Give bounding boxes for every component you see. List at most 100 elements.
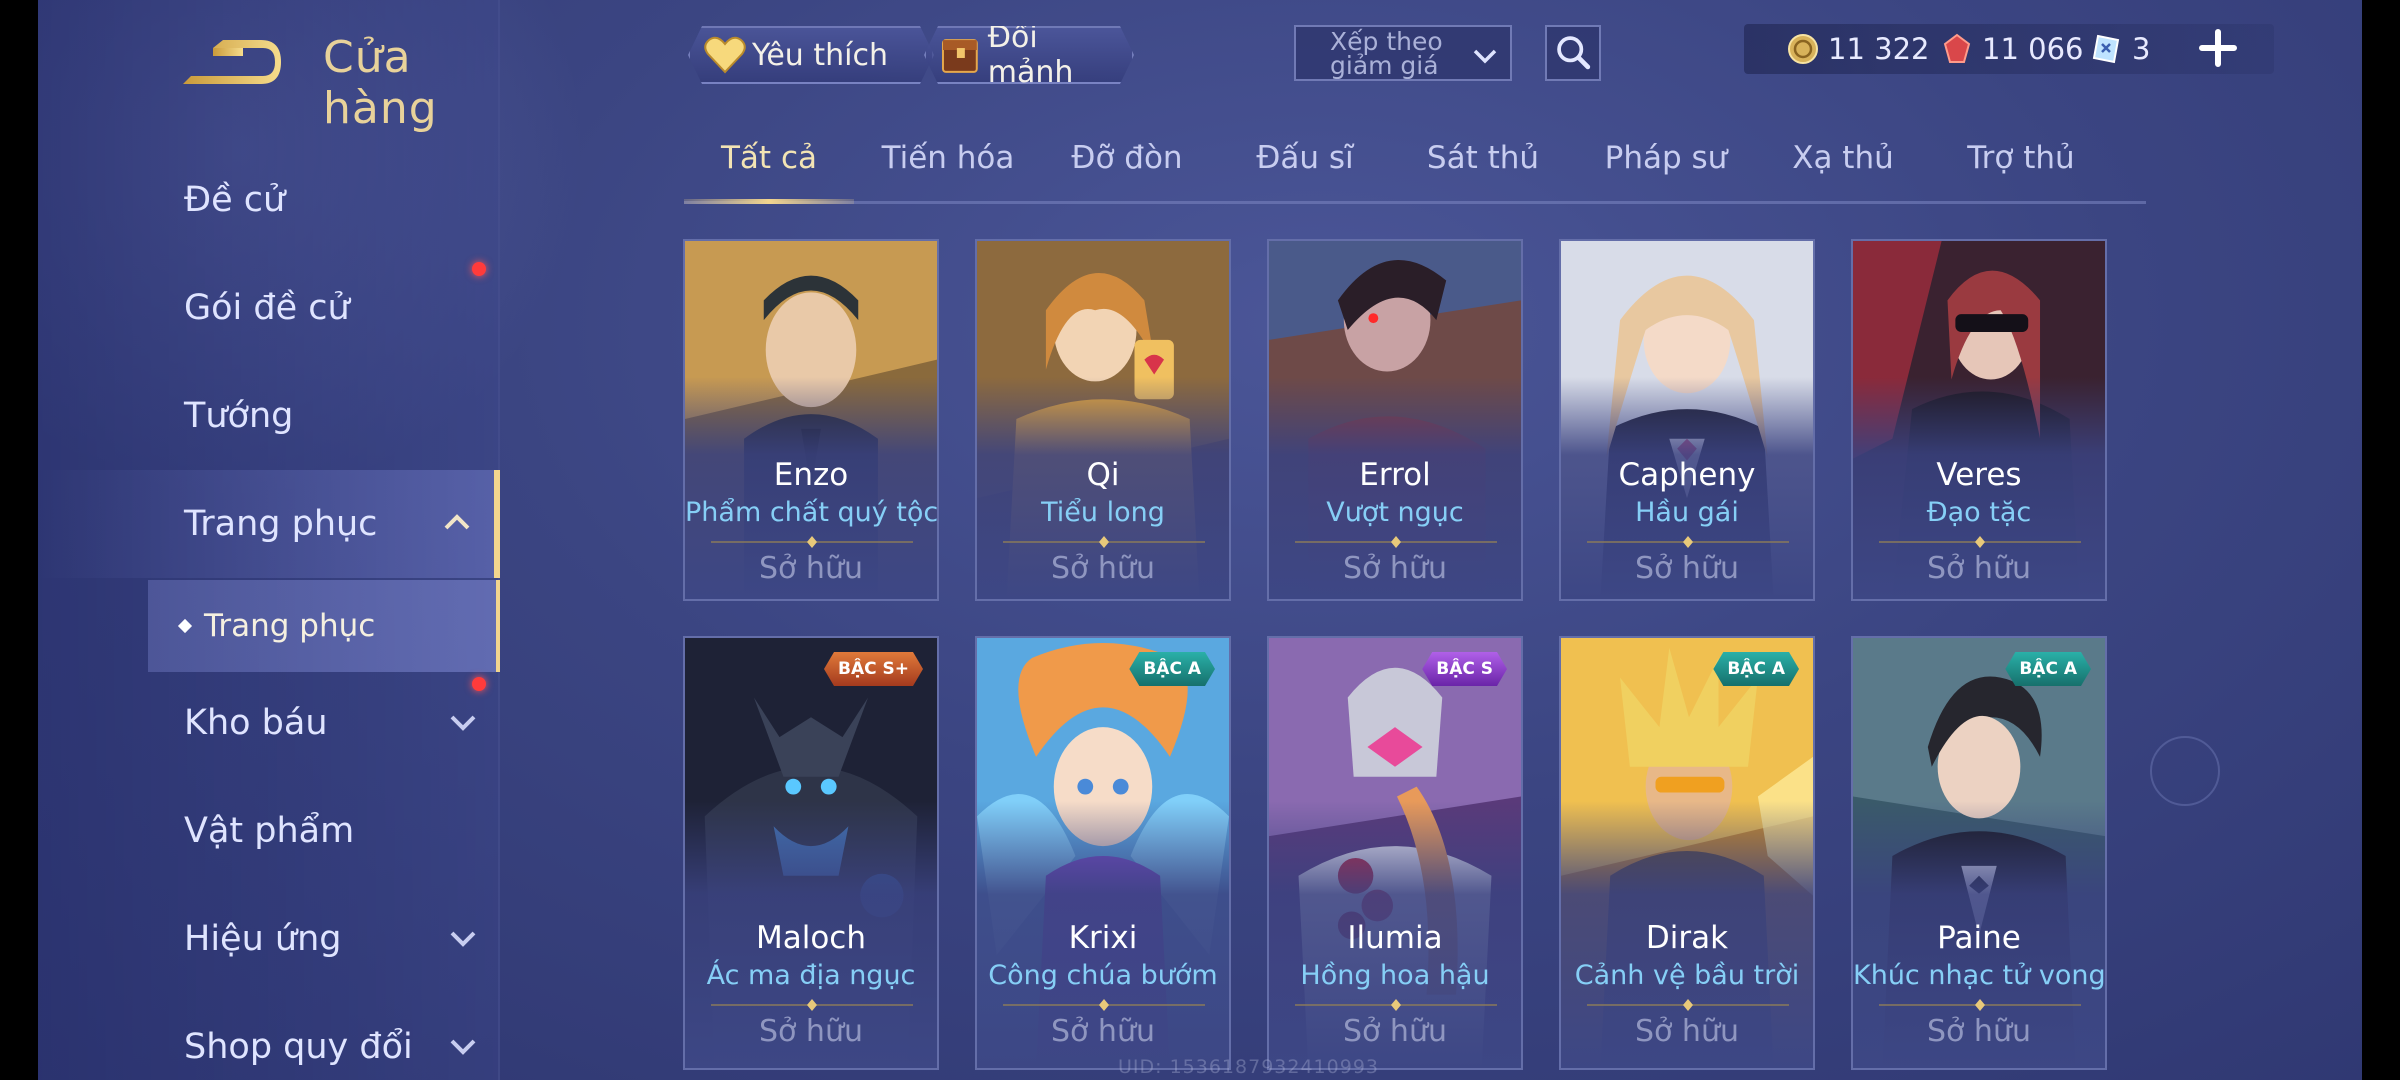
chevron-down-icon (1473, 49, 1497, 64)
hero-name: Dirak (1645, 920, 1729, 956)
skin-name: Ác ma địa ngục (706, 960, 916, 991)
ruby-gem-icon (1943, 33, 1971, 63)
shard-exchange-button[interactable]: Đổi mảnh (924, 26, 1134, 84)
sidebar-item-treasure[interactable]: Kho báu (38, 669, 500, 777)
skin-card-dirak[interactable]: BẬC A Dirak Cảnh vệ bầu trời Sở hữu (1559, 636, 1815, 1070)
sidebar-item-recommended[interactable]: Đề cử (38, 146, 500, 254)
hero-name: Maloch (755, 920, 866, 956)
skin-card-veres[interactable]: Veres Đạo tặc Sở hữu (1851, 239, 2107, 601)
favorites-label: Yêu thích (752, 37, 888, 73)
tier-badge: BẬC S+ (824, 652, 923, 686)
tab-mage[interactable]: Pháp sư (1576, 140, 1756, 200)
ornament-divider-icon (1879, 999, 2081, 1011)
owned-status: Sở hữu (759, 551, 863, 586)
page-title: Cửa hàng (323, 32, 438, 134)
ruby-balance: 11 066 (1940, 24, 2083, 74)
skin-name: Hầu gái (1635, 497, 1739, 528)
back-arrow-icon (183, 40, 281, 84)
currency-bar: 11 322 11 066 3 (1744, 24, 2274, 74)
owned-status: Sở hữu (759, 1014, 863, 1049)
ornament-divider-icon (1295, 536, 1497, 548)
hero-name: Capheny (1618, 457, 1756, 493)
sidebar-item-effects[interactable]: Hiệu ứng (38, 885, 500, 993)
skin-name: Đạo tặc (1926, 497, 2032, 528)
skin-card-qi[interactable]: Qi Tiểu long Sở hữu (975, 239, 1231, 601)
skin-card-maloch[interactable]: BẬC S+ Maloch Ác ma địa ngục Sở hữu (683, 636, 939, 1070)
back-button[interactable] (183, 30, 283, 90)
skin-name: Công chúa bướm (988, 960, 1218, 991)
sidebar-item-label: Hiệu ứng (184, 919, 342, 959)
voucher-icon (2092, 34, 2120, 64)
skin-card-paine[interactable]: BẬC A Paine Khúc nhạc tử vong Sở hữu (1851, 636, 2107, 1070)
skin-card-errol[interactable]: Errol Vượt ngục Sở hữu (1267, 239, 1523, 601)
bullet-icon (177, 618, 193, 634)
tab-assassin[interactable]: Sát thủ (1398, 140, 1568, 200)
plus-icon[interactable] (2196, 26, 2240, 70)
sidebar-item-label: Đề cử (184, 180, 286, 220)
sidebar-item-exchange-shop[interactable]: Shop quy đổi (38, 993, 500, 1080)
skin-name: Tiểu long (1041, 497, 1165, 528)
sidebar-item-label: Shop quy đổi (184, 1027, 413, 1067)
skin-card-enzo[interactable]: Enzo Phẩm chất quý tộc Sở hữu (683, 239, 939, 601)
skin-name: Phẩm chất quý tộc (685, 497, 939, 528)
ornament-divider-icon (1879, 536, 2081, 548)
tab-all[interactable]: Tất cả (684, 140, 854, 200)
sidebar-item-label: Trang phục (184, 504, 378, 544)
decorative-ring (2150, 736, 2220, 806)
sidebar-item-items[interactable]: Vật phẩm (38, 777, 500, 885)
notification-dot (472, 262, 486, 276)
tab-marksman[interactable]: Xạ thủ (1758, 140, 1928, 200)
gold-coin-icon (1788, 34, 1818, 64)
tier-badge: BẬC A (1129, 652, 1215, 686)
voucher-amount: 3 (2132, 32, 2151, 66)
skin-card-capheny[interactable]: Capheny Hầu gái Sở hữu (1559, 239, 1815, 601)
search-button[interactable] (1545, 25, 1601, 81)
skin-name: Cảnh vệ bầu trời (1574, 960, 1800, 991)
sidebar-item-label: Gói đề cử (184, 288, 350, 328)
tab-support[interactable]: Trợ thủ (1936, 140, 2106, 200)
skin-card-krixi[interactable]: BẬC A Krixi Công chúa bướm Sở hữu (975, 636, 1231, 1070)
hero-name: Paine (1937, 920, 2021, 956)
sidebar-item-skins[interactable]: Trang phục (38, 470, 500, 578)
owned-status: Sở hữu (1927, 1014, 2031, 1049)
hero-name: Krixi (1068, 920, 1138, 956)
chevron-up-icon (444, 514, 470, 530)
tab-evolution[interactable]: Tiến hóa (862, 140, 1034, 200)
notification-dot (472, 677, 486, 691)
owned-status: Sở hữu (1927, 551, 2031, 586)
shard-chest-icon (938, 32, 984, 78)
hero-name: Veres (1936, 457, 2022, 493)
skin-name: Hồng hoa hậu (1300, 960, 1490, 991)
ornament-divider-icon (711, 536, 913, 548)
chevron-down-icon (450, 1039, 476, 1055)
favorites-button[interactable]: Yêu thích (688, 26, 934, 84)
ornament-divider-icon (1587, 536, 1789, 548)
tab-fighter[interactable]: Đấu sĩ (1220, 140, 1390, 200)
sidebar: Cửa hàng Đề cử Gói đề cử Tướng Trang phụ… (38, 0, 500, 1080)
skin-card-ilumia[interactable]: BẬC S Ilumia Hồng hoa hậu Sở hữu (1267, 636, 1523, 1070)
skin-name: Vượt ngục (1326, 497, 1464, 528)
voucher-balance: 3 (2090, 24, 2150, 74)
shard-exchange-label: Đổi mảnh (987, 20, 1074, 90)
owned-status: Sở hữu (1051, 551, 1155, 586)
sidebar-item-label: Kho báu (184, 703, 328, 743)
owned-status: Sở hữu (1343, 1014, 1447, 1049)
chevron-down-icon (450, 931, 476, 947)
ornament-divider-icon (1587, 999, 1789, 1011)
hero-name: Errol (1359, 457, 1431, 493)
owned-status: Sở hữu (1343, 551, 1447, 586)
sidebar-item-label: Tướng (184, 396, 294, 436)
search-icon (1557, 36, 1591, 70)
sort-dropdown[interactable]: Xếp theo giảm giá (1294, 25, 1512, 81)
hero-name: Enzo (773, 457, 849, 493)
tab-tank[interactable]: Đỡ đòn (1042, 140, 1212, 200)
sidebar-item-bundles[interactable]: Gói đề cử (38, 254, 500, 362)
hero-name: Qi (1086, 457, 1120, 493)
sidebar-subitem-skins[interactable]: Trang phục (148, 580, 500, 672)
sidebar-item-heroes[interactable]: Tướng (38, 362, 500, 470)
skin-name: Khúc nhạc tử vong (1853, 960, 2106, 991)
sidebar-subitem-label: Trang phục (204, 608, 376, 644)
heart-icon (702, 32, 748, 78)
category-tabs: Tất cả Tiến hóa Đỡ đòn Đấu sĩ Sát thủ Ph… (684, 140, 2146, 204)
tier-badge: BẬC A (1713, 652, 1799, 686)
